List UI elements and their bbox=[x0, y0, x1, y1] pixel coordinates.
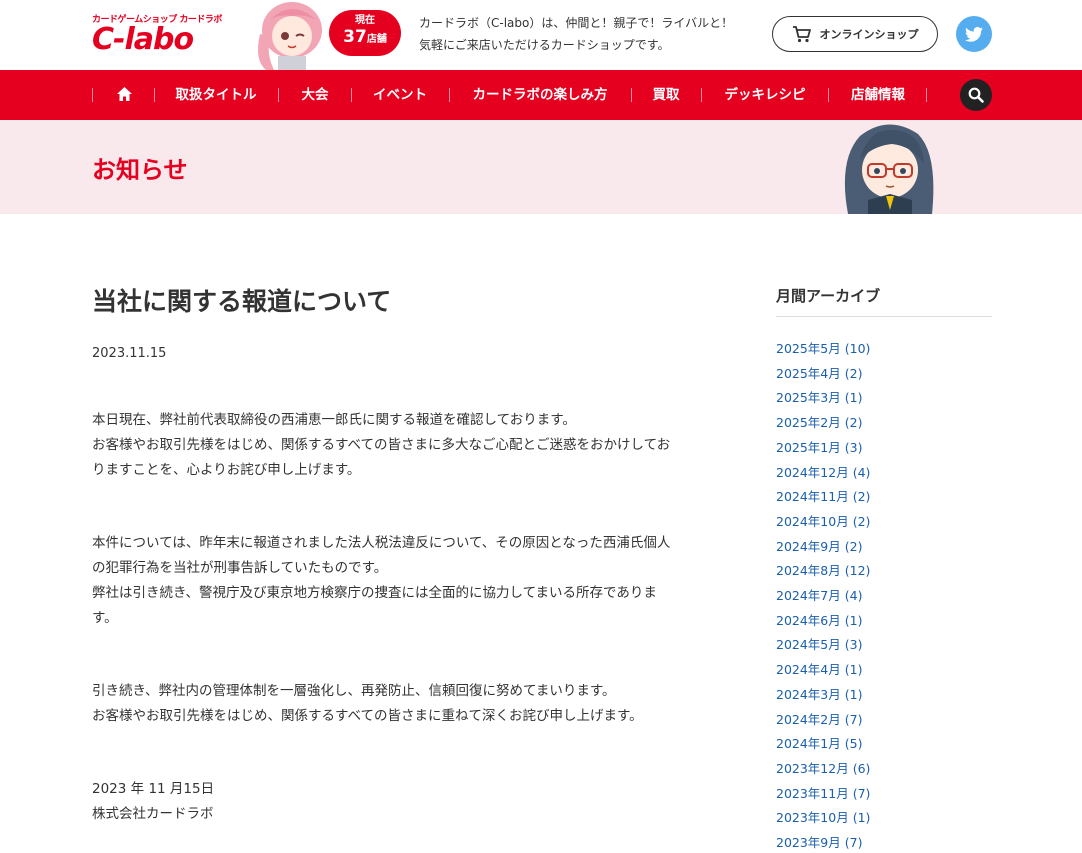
archive-link[interactable]: 2024年3月 (1) bbox=[776, 683, 870, 708]
search-icon bbox=[968, 87, 984, 103]
archive-link[interactable]: 2024年8月 (12) bbox=[776, 559, 870, 584]
nav-divider bbox=[701, 88, 702, 102]
article-signature: 2023 年 11 月15日 株式会社カードラボ bbox=[92, 781, 215, 822]
archive-link[interactable]: 2023年11月 (7) bbox=[776, 782, 870, 807]
nav-item-tournaments[interactable]: 大会 bbox=[288, 70, 342, 120]
nav-divider bbox=[351, 88, 352, 102]
archive-list: 2025年5月 (10) 2025年4月 (2) 2025年3月 (1) 202… bbox=[776, 337, 870, 853]
global-nav: 取扱タイトル 大会 イベント カードラボの楽しみ方 買取 デッキレシピ 店舗情報 bbox=[0, 70, 1082, 120]
badge-count: 37店舗 bbox=[329, 27, 401, 50]
cart-icon bbox=[792, 26, 811, 43]
article-paragraph: 本件については、昨年末に報道されました法人税法違反について、その原因となった西浦… bbox=[92, 535, 671, 626]
tagline-line-1: カードラボ（C-labo）は、仲間と！親子で！ライバルと！ bbox=[419, 16, 734, 30]
badge-number: 37 bbox=[343, 27, 367, 47]
site-header: カードゲームショップ カードラボ C-labo 現在 37店舗 カードラボ（C-… bbox=[0, 0, 1082, 70]
archive-link[interactable]: 2023年9月 (7) bbox=[776, 831, 870, 853]
nav-divider bbox=[449, 88, 450, 102]
archive-link[interactable]: 2023年12月 (6) bbox=[776, 757, 870, 782]
archive-link[interactable]: 2023年10月 (1) bbox=[776, 806, 870, 831]
mascot-girl-illustration bbox=[844, 124, 934, 214]
nav-item-buyback[interactable]: 買取 bbox=[640, 70, 692, 120]
tagline-line-2: 気軽にご来店いただけるカードショップです。 bbox=[419, 38, 670, 52]
archive-link[interactable]: 2024年5月 (3) bbox=[776, 633, 870, 658]
archive-link[interactable]: 2024年1月 (5) bbox=[776, 732, 870, 757]
archive-link[interactable]: 2025年4月 (2) bbox=[776, 362, 870, 387]
nav-item-store-info[interactable]: 店舗情報 bbox=[837, 70, 919, 120]
archive-link[interactable]: 2025年5月 (10) bbox=[776, 337, 870, 362]
archive-link[interactable]: 2024年6月 (1) bbox=[776, 609, 870, 634]
twitter-link[interactable] bbox=[956, 16, 992, 52]
site-logo[interactable]: カードゲームショップ カードラボ C-labo bbox=[92, 12, 252, 58]
mascot-illustration bbox=[258, 2, 322, 70]
archive-link[interactable]: 2025年1月 (3) bbox=[776, 436, 870, 461]
nav-item-titles[interactable]: 取扱タイトル bbox=[162, 70, 270, 120]
archive-link[interactable]: 2024年7月 (4) bbox=[776, 584, 870, 609]
archive-link[interactable]: 2024年4月 (1) bbox=[776, 658, 870, 683]
logo-wordmark: C-labo bbox=[92, 22, 194, 57]
nav-item-how-to-enjoy[interactable]: カードラボの楽しみ方 bbox=[458, 70, 622, 120]
nav-divider bbox=[828, 88, 829, 102]
archive-link[interactable]: 2024年9月 (2) bbox=[776, 535, 870, 560]
nav-divider bbox=[631, 88, 632, 102]
nav-divider bbox=[154, 88, 155, 102]
archive-link[interactable]: 2024年10月 (2) bbox=[776, 510, 870, 535]
twitter-icon bbox=[965, 26, 983, 42]
archive-link[interactable]: 2024年2月 (7) bbox=[776, 708, 870, 733]
article-date: 2023.11.15 bbox=[92, 346, 167, 361]
archive-link[interactable]: 2024年11月 (2) bbox=[776, 485, 870, 510]
article-body: 本日現在、弊社前代表取締役の西浦恵一郎氏に関する報道を確認しております。 お客様… bbox=[92, 408, 717, 853]
online-shop-label: オンラインショップ bbox=[819, 28, 919, 41]
page-title-band: お知らせ bbox=[0, 120, 1082, 214]
nav-divider bbox=[278, 88, 279, 102]
home-icon bbox=[116, 86, 132, 101]
nav-divider bbox=[92, 88, 93, 102]
archive-link[interactable]: 2025年3月 (1) bbox=[776, 386, 870, 411]
online-shop-button[interactable]: オンラインショップ bbox=[772, 16, 938, 52]
article-title: 当社に関する報道について bbox=[92, 287, 392, 316]
monthly-archive-heading: 月間アーカイブ bbox=[776, 287, 881, 305]
site-tagline: カードラボ（C-labo）は、仲間と！親子で！ライバルと！ 気軽にご来店いただけ… bbox=[419, 12, 733, 56]
nav-home[interactable] bbox=[112, 70, 136, 120]
article-paragraph: 引き続き、弊社内の管理体制を一層強化し、再発防止、信頼回復に努めてまいります。 … bbox=[92, 683, 643, 724]
page-title: お知らせ bbox=[92, 156, 188, 184]
sidebar-divider bbox=[776, 316, 992, 317]
article-paragraph: 本日現在、弊社前代表取締役の西浦恵一郎氏に関する報道を確認しております。 お客様… bbox=[92, 412, 671, 478]
nav-item-deck-recipes[interactable]: デッキレシピ bbox=[710, 70, 820, 120]
badge-label: 現在 bbox=[355, 15, 375, 26]
archive-link[interactable]: 2025年2月 (2) bbox=[776, 411, 870, 436]
nav-divider bbox=[926, 88, 927, 102]
archive-link[interactable]: 2024年12月 (4) bbox=[776, 461, 870, 486]
nav-item-events[interactable]: イベント bbox=[360, 70, 440, 120]
badge-unit: 店舗 bbox=[366, 34, 387, 45]
search-button[interactable] bbox=[960, 79, 992, 111]
store-count-badge: 現在 37店舗 bbox=[329, 10, 401, 56]
